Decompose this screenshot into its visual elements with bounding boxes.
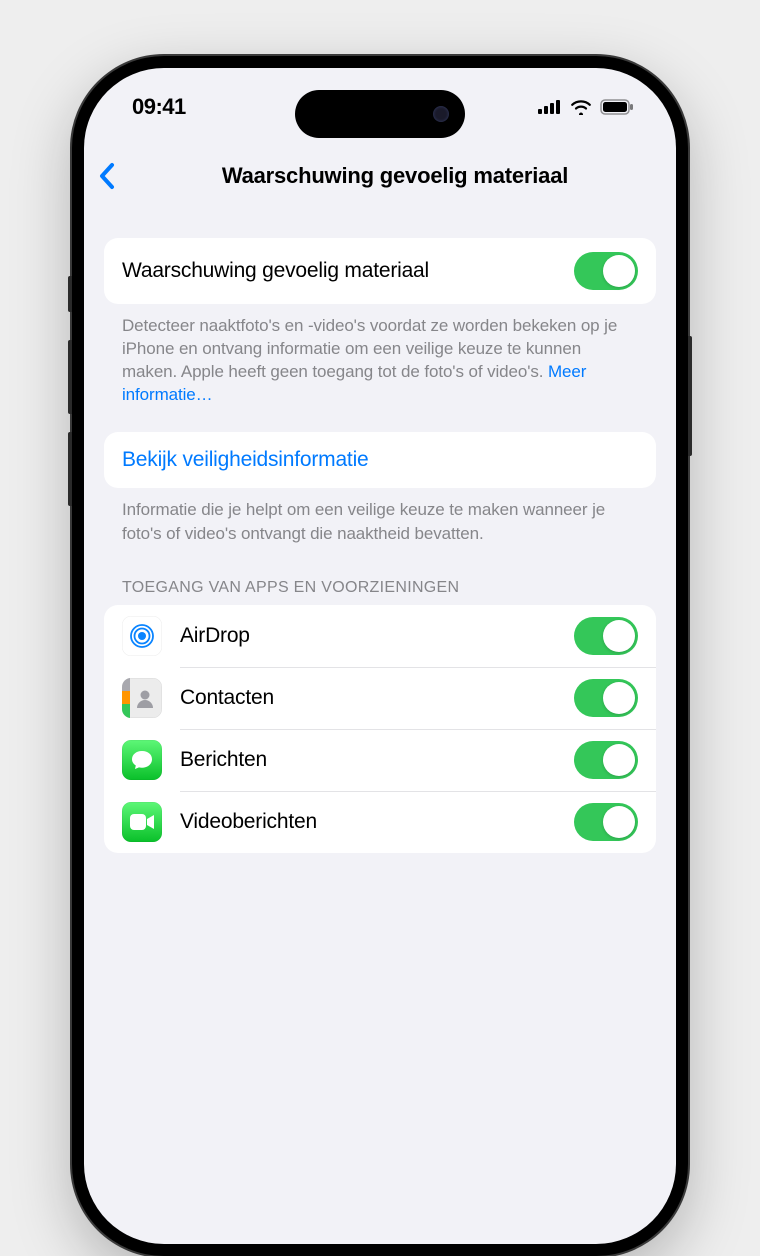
main-toggle-footer: Detecteer naaktfoto's en -video's voorda…: [104, 304, 656, 424]
airdrop-toggle[interactable]: [574, 617, 638, 655]
contacten-toggle[interactable]: [574, 679, 638, 717]
footer-text: Detecteer naaktfoto's en -video's voorda…: [122, 316, 617, 381]
cellular-icon: [538, 100, 562, 114]
safety-group: Bekijk veiligheidsinformatie Informatie …: [104, 432, 656, 562]
screen: 09:41: [84, 68, 676, 1244]
facetime-icon: [122, 802, 162, 842]
berichten-toggle[interactable]: [574, 741, 638, 779]
app-label: AirDrop: [180, 624, 574, 648]
app-row-videoberichten[interactable]: Videoberichten: [104, 791, 656, 853]
messages-icon: [122, 740, 162, 780]
main-toggle-card: Waarschuwing gevoelig materiaal: [104, 238, 656, 304]
status-right: [538, 99, 634, 115]
view-safety-info-button[interactable]: Bekijk veiligheidsinformatie: [104, 432, 656, 488]
nav-bar: Waarschuwing gevoelig materiaal: [84, 146, 676, 206]
sensitive-warning-label: Waarschuwing gevoelig materiaal: [122, 259, 574, 283]
airdrop-icon: [122, 616, 162, 656]
chevron-left-icon: [98, 162, 116, 190]
app-label: Berichten: [180, 748, 574, 772]
camera-icon: [433, 106, 449, 122]
wifi-icon: [570, 99, 592, 115]
dynamic-island: [295, 90, 465, 138]
apps-group: TOEGANG VAN APPS EN VOORZIENINGEN AirDro…: [104, 571, 656, 853]
apps-section-header: TOEGANG VAN APPS EN VOORZIENINGEN: [104, 571, 656, 605]
safety-card: Bekijk veiligheidsinformatie: [104, 432, 656, 488]
content: Waarschuwing gevoelig materiaal Detectee…: [84, 218, 676, 1244]
videoberichten-toggle[interactable]: [574, 803, 638, 841]
phone-frame: 09:41: [72, 56, 688, 1256]
app-row-contacten[interactable]: Contacten: [104, 667, 656, 729]
back-button[interactable]: [98, 162, 116, 190]
side-buttons-left: [68, 276, 72, 524]
side-button-right: [688, 336, 692, 456]
sensitive-warning-toggle[interactable]: [574, 252, 638, 290]
app-row-berichten[interactable]: Berichten: [104, 729, 656, 791]
sensitive-warning-row[interactable]: Waarschuwing gevoelig materiaal: [104, 238, 656, 304]
apps-card: AirDrop: [104, 605, 656, 853]
app-label: Videoberichten: [180, 810, 574, 834]
main-toggle-group: Waarschuwing gevoelig materiaal Detectee…: [104, 238, 656, 424]
safety-footer: Informatie die je helpt om een veilige k…: [104, 488, 656, 562]
app-label: Contacten: [180, 686, 574, 710]
contacts-icon: [122, 678, 162, 718]
page-title: Waarschuwing gevoelig materiaal: [126, 163, 664, 189]
battery-icon: [600, 99, 634, 115]
app-row-airdrop[interactable]: AirDrop: [104, 605, 656, 667]
status-time: 09:41: [132, 94, 186, 120]
